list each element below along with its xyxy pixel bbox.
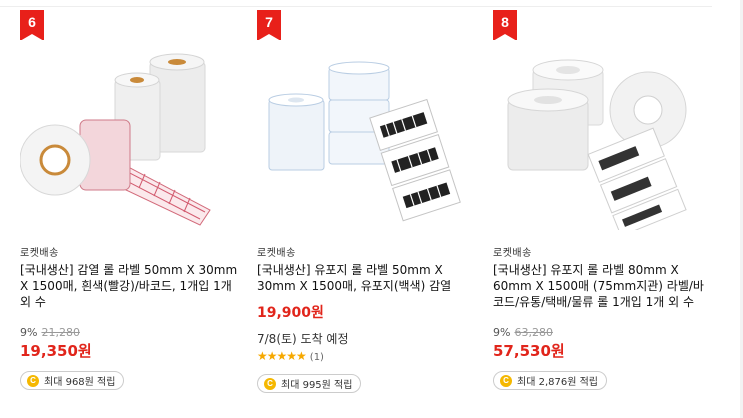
original-price: 63,280 [514,326,553,339]
product-card[interactable]: 7 로켓배송 [국내생산] 유포지 롤 라벨 50mm X 30mm X 150… [257,0,489,418]
product-title[interactable]: [국내생산] 유포지 롤 라벨 50mm X 30mm X 1500매, 유포지… [257,262,477,294]
brand-label: 로켓배송 [493,248,532,259]
product-title[interactable]: [국내생산] 유포지 롤 라벨 80mm X 60mm X 1500매 (75m… [493,262,713,310]
sale-price: 57,530원 [493,342,565,360]
reward-text: 최대 2,876원 적립 [517,377,598,388]
product-image[interactable] [19,40,230,230]
product-card[interactable]: 6 로켓배송 [국내생산] 감열 롤 라벨 50mm X 30mm X 1500… [19,0,252,418]
product-card[interactable]: 8 로켓배송 [국내생산] 유포지 롤 라벨 80mm X 60mm X 150… [493,0,725,418]
sale-price: 19,350원 [20,342,92,360]
sale-price: 19,900원 [257,305,324,321]
rank-badge: 7 [257,10,281,41]
discount-row: 9% 21,280 [20,326,80,339]
rank-badge: 6 [20,10,44,41]
discount-row: 9% 63,280 [493,326,553,339]
review-count[interactable]: (1) [310,352,324,363]
brand-label: 로켓배송 [20,248,59,259]
star-rating: ★★★★★ [257,349,307,363]
reward-badge: C 최대 968원 적립 [20,371,125,390]
product-image[interactable] [257,40,467,230]
coin-icon: C [264,377,276,390]
star-icon: ★★★★★ (1) [257,349,324,363]
reward-badge: C 최대 2,876원 적립 [493,371,607,390]
original-price: 21,280 [41,326,80,339]
coin-icon: C [500,374,512,387]
discount-rate: 9% [493,326,511,339]
brand-label: 로켓배송 [257,248,296,259]
reward-text: 최대 968원 적립 [44,377,116,388]
product-title[interactable]: [국내생산] 감열 롤 라벨 50mm X 30mm X 1500매, 흰색(빨… [20,262,240,310]
reward-badge: C 최대 995원 적립 [257,374,362,393]
product-image[interactable] [493,40,703,237]
delivery-estimate: 7/8(토) 도착 예정 [257,332,349,346]
reward-text: 최대 995원 적립 [281,380,353,391]
rank-badge: 8 [493,10,517,41]
coin-icon: C [27,374,39,387]
discount-rate: 9% [20,326,38,339]
